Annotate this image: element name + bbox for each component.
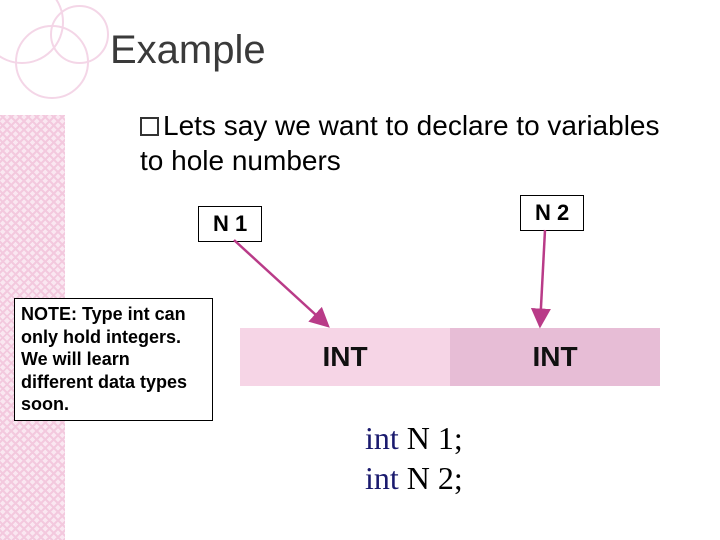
code-line-2: int N 2; <box>365 458 463 498</box>
arrow-n1-to-int <box>234 240 328 326</box>
arrows <box>0 0 720 540</box>
note-box: NOTE: Type int can only hold integers. W… <box>14 298 213 421</box>
code-line-1: int N 1; <box>365 418 463 458</box>
keyword-int-1: int <box>365 420 399 456</box>
code-rest-2: N 2; <box>399 460 463 496</box>
arrow-n2-to-int <box>540 230 545 326</box>
int-box-right: INT <box>450 328 660 386</box>
body-line: Lets say we want to declare to variables… <box>140 110 659 176</box>
label-n1: N 1 <box>198 206 262 242</box>
int-box-left: INT <box>240 328 450 386</box>
code-block: int N 1; int N 2; <box>365 418 463 498</box>
page-title: Example <box>110 28 266 73</box>
bullet-icon <box>140 117 159 136</box>
int-row: INT INT <box>240 328 660 386</box>
slide: Example Lets say we want to declare to v… <box>0 0 720 540</box>
keyword-int-2: int <box>365 460 399 496</box>
code-rest-1: N 1; <box>399 420 463 456</box>
label-n2: N 2 <box>520 195 584 231</box>
body-text: Lets say we want to declare to variables… <box>140 108 675 178</box>
